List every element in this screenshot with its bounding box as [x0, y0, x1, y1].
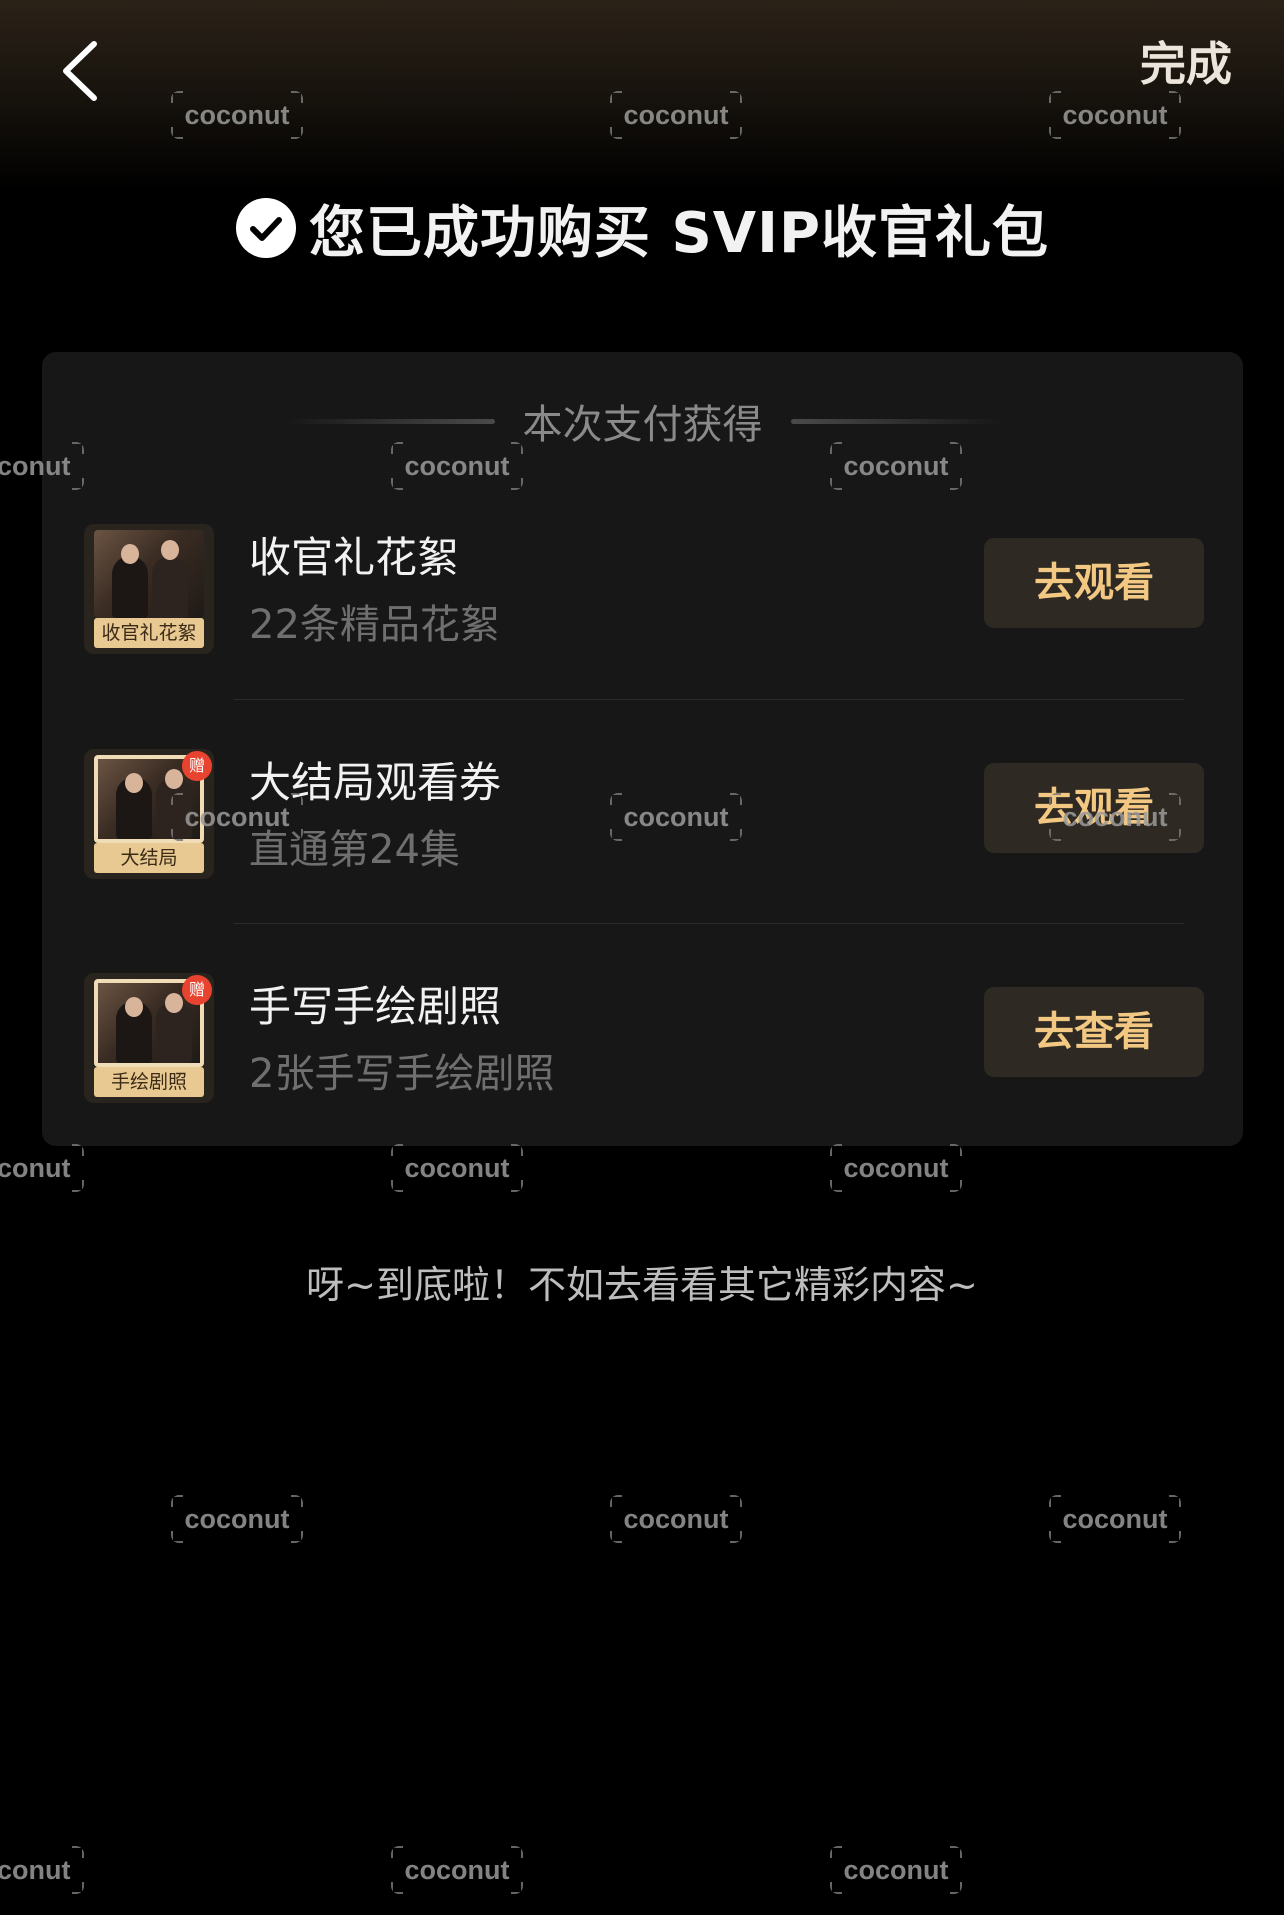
poster-image [94, 530, 204, 618]
reward-thumbnail: 大结局 赠 [84, 749, 214, 879]
thumbnail-tag: 收官礼花絮 [94, 618, 204, 648]
watch-button[interactable]: 去观看 [984, 763, 1204, 853]
top-gradient [0, 0, 1284, 190]
reward-title: 收官礼花絮 [249, 533, 460, 582]
watermark: coconut [1049, 1495, 1181, 1543]
card-title: 本次支付获得 [522, 402, 763, 448]
header-divider-left [284, 418, 495, 424]
watermark: coconut [0, 1846, 84, 1894]
reward-subtitle: 2张手写手绘剧照 [249, 1051, 555, 1097]
reward-thumbnail: 手绘剧照 赠 [84, 973, 214, 1103]
watermark: coconut [391, 1846, 523, 1894]
header-divider-right [790, 418, 1001, 424]
reward-subtitle: 22条精品花絮 [249, 602, 500, 648]
done-button[interactable]: 完成 [1140, 34, 1232, 94]
reward-item-hand-drawn-stills: 手绘剧照 赠 手写手绘剧照 2张手写手绘剧照 去查看 [42, 965, 1243, 1105]
rewards-card: 本次支付获得 收官礼花絮 收官礼花絮 22条精品花絮 去观看 大结局 赠 大结局… [42, 352, 1243, 1146]
watch-button[interactable]: 去观看 [984, 538, 1204, 628]
check-circle-icon [235, 198, 296, 258]
chevron-left-icon [63, 41, 97, 101]
watermark: coconut [610, 1495, 742, 1543]
card-header: 本次支付获得 [42, 396, 1243, 448]
purchase-success-banner: 您已成功购买 SVIP收官礼包 [0, 190, 1284, 266]
thumbnail-tag: 手绘剧照 [94, 1067, 204, 1097]
reward-item-behind-the-scenes: 收官礼花絮 收官礼花絮 22条精品花絮 去观看 [42, 516, 1243, 656]
gift-badge: 赠 [182, 975, 212, 1005]
watermark: coconut [830, 1846, 962, 1894]
watermark: coconut [171, 1495, 303, 1543]
watermark: coconut [0, 1144, 84, 1192]
back-button[interactable] [56, 38, 106, 104]
gift-badge: 赠 [182, 751, 212, 781]
end-of-list-message: 呀~到底啦！不如去看看其它精彩内容~ [306, 1263, 978, 1307]
reward-title: 手写手绘剧照 [249, 982, 502, 1031]
view-button[interactable]: 去查看 [984, 987, 1204, 1077]
watermark: coconut [391, 1144, 523, 1192]
reward-subtitle: 直通第24集 [249, 827, 460, 873]
item-divider [234, 923, 1184, 924]
item-divider [234, 699, 1184, 700]
reward-title: 大结局观看券 [249, 758, 502, 807]
success-message: 您已成功购买 SVIP收官礼包 [308, 200, 1050, 266]
thumbnail-tag: 大结局 [94, 843, 204, 873]
reward-thumbnail: 收官礼花絮 [84, 524, 214, 654]
watermark: coconut [830, 1144, 962, 1192]
reward-item-finale-ticket: 大结局 赠 大结局观看券 直通第24集 去观看 [42, 741, 1243, 881]
